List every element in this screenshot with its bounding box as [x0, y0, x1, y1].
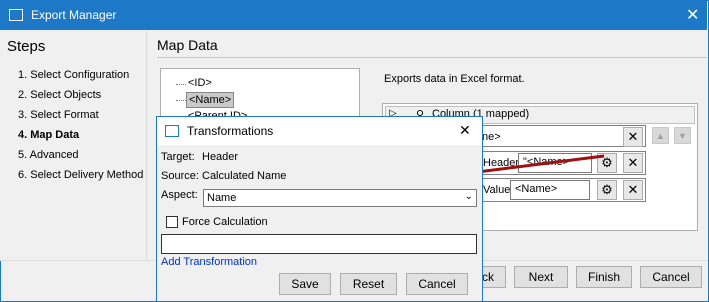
force-calculation-checkbox[interactable]: [166, 216, 178, 228]
cancel-button[interactable]: Cancel: [640, 266, 702, 288]
dialog-cancel-button[interactable]: Cancel: [406, 273, 468, 295]
target-value: Header: [202, 151, 239, 163]
aspect-label: Aspect:: [161, 189, 198, 201]
dialog-save-button[interactable]: Save: [279, 273, 331, 295]
dialog-reset-button[interactable]: Reset: [340, 273, 397, 295]
dialog-app-icon: [165, 125, 179, 137]
next-button[interactable]: Next: [514, 266, 568, 288]
add-transformation-link[interactable]: Add Transformation: [161, 256, 257, 268]
dialog-title: Transformations: [187, 124, 274, 138]
source-value: Calculated Name: [202, 170, 287, 182]
target-label: Target:: [161, 151, 195, 163]
chevron-down-icon: ⌄: [464, 191, 473, 202]
dialog-close-icon[interactable]: ✕: [459, 122, 471, 139]
expression-input[interactable]: [161, 234, 477, 254]
force-calculation-label: Force Calculation: [182, 216, 268, 228]
aspect-value: Name: [207, 192, 237, 204]
finish-button[interactable]: Finish: [576, 266, 632, 288]
source-label: Source:: [161, 170, 199, 182]
aspect-select[interactable]: Name ⌄: [203, 189, 477, 207]
